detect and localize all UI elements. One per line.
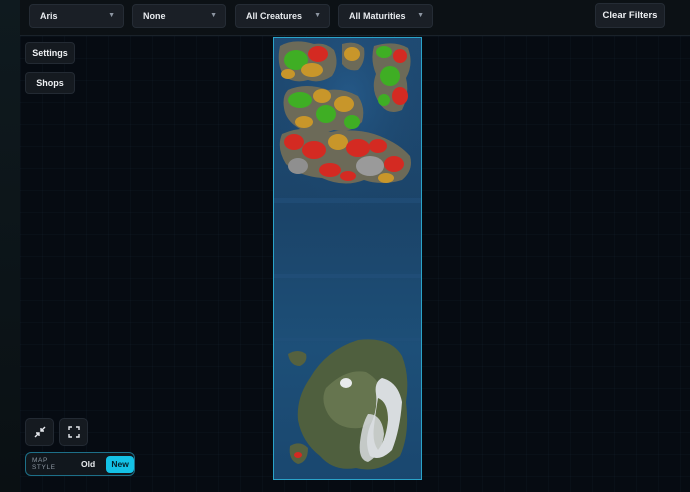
maturities-select-value: All Maturities	[349, 11, 406, 21]
secondary-select-value: None	[143, 11, 166, 21]
map-style-new-option[interactable]: New	[106, 455, 134, 473]
fullscreen-button[interactable]	[59, 418, 88, 446]
collapse-arrows-icon	[34, 426, 45, 438]
chevron-down-icon: ▼	[108, 12, 115, 19]
secondary-select[interactable]: None ▼	[132, 4, 226, 28]
shops-button[interactable]: Shops	[25, 72, 75, 94]
creatures-select[interactable]: All Creatures ▼	[235, 4, 330, 28]
settings-button[interactable]: Settings	[25, 42, 75, 64]
map-graphic	[274, 38, 421, 479]
chevron-down-icon: ▼	[417, 12, 424, 19]
map-style-toggle: MAP STYLE Old New	[25, 452, 135, 476]
maturities-select[interactable]: All Maturities ▼	[338, 4, 433, 28]
left-edge-panel	[0, 0, 20, 492]
map-image[interactable]	[273, 37, 422, 480]
south-island	[288, 339, 408, 470]
clear-filters-button[interactable]: Clear Filters	[595, 3, 665, 28]
map-select[interactable]: Aris ▼	[29, 4, 124, 28]
map-style-label: MAP STYLE	[32, 457, 56, 471]
chevron-down-icon: ▼	[210, 12, 217, 19]
creatures-select-value: All Creatures	[246, 11, 303, 21]
map-select-value: Aris	[40, 11, 58, 21]
map-style-old-option[interactable]: Old	[81, 459, 95, 469]
fullscreen-icon	[67, 426, 80, 438]
chevron-down-icon: ▼	[314, 12, 321, 19]
collapse-button[interactable]	[25, 418, 54, 446]
